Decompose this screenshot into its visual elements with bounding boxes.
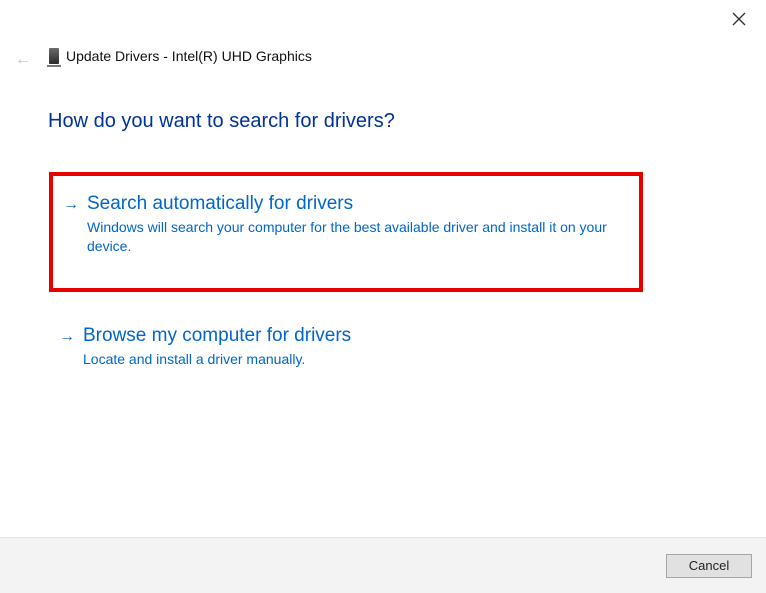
dialog-footer: Cancel bbox=[0, 537, 766, 593]
back-arrow-icon: ← bbox=[15, 51, 31, 69]
option-title: Browse my computer for drivers bbox=[83, 324, 633, 348]
option-browse-computer[interactable]: → Browse my computer for drivers Locate … bbox=[49, 318, 643, 378]
close-icon[interactable] bbox=[730, 10, 748, 28]
option-description: Windows will search your computer for th… bbox=[87, 218, 629, 256]
arrow-right-icon: → bbox=[59, 328, 75, 346]
arrow-right-icon: → bbox=[63, 196, 79, 214]
window-title-bar: Update Drivers - Intel(R) UHD Graphics bbox=[49, 48, 312, 64]
option-description: Locate and install a driver manually. bbox=[83, 350, 633, 369]
option-title: Search automatically for drivers bbox=[87, 192, 629, 216]
device-icon bbox=[49, 48, 59, 64]
cancel-button[interactable]: Cancel bbox=[666, 554, 752, 578]
window-title: Update Drivers - Intel(R) UHD Graphics bbox=[66, 48, 312, 64]
page-heading: How do you want to search for drivers? bbox=[48, 110, 395, 133]
option-search-automatically[interactable]: → Search automatically for drivers Windo… bbox=[49, 172, 643, 292]
